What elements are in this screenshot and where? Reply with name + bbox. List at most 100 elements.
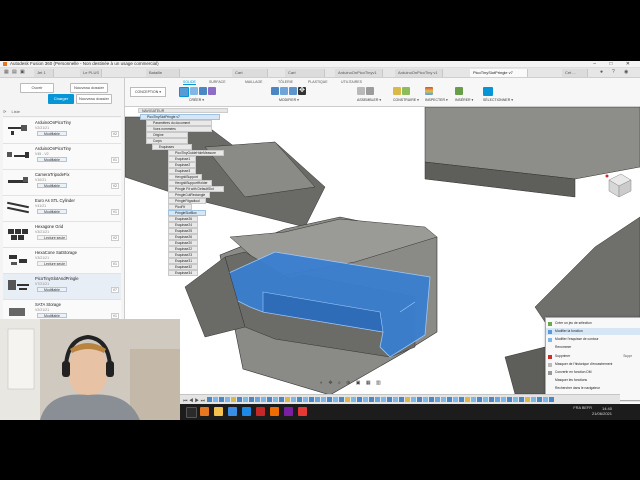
version-badge[interactable]: V2 xyxy=(110,183,119,189)
version-badge[interactable]: V7 xyxy=(110,287,119,293)
sketch-node[interactable]: Esquisse26 xyxy=(168,234,198,240)
new-component-icon[interactable] xyxy=(179,87,189,97)
list-item[interactable]: ArduinoOnPicoTiny V45 - V2 Modifiable V1 xyxy=(3,144,121,170)
status-dropdown[interactable]: Modifiable xyxy=(37,157,67,162)
sketch-node[interactable]: Esquisse3 xyxy=(168,168,196,174)
status-dropdown[interactable]: Modifiable xyxy=(37,287,67,292)
insert-image-icon[interactable] xyxy=(455,87,463,95)
document-tab[interactable]: Bataille xyxy=(146,69,180,77)
status-dropdown[interactable]: Modifiable xyxy=(37,131,67,136)
browser-node[interactable]: Corps xyxy=(146,138,188,144)
sketch-node[interactable]: HexgridSupport xyxy=(168,174,202,180)
measure-icon[interactable] xyxy=(425,87,433,95)
sketch-node[interactable]: Esquisse31 xyxy=(168,258,198,264)
inspect-menu[interactable]: INSPECTER ▾ xyxy=(425,98,448,102)
menu-item-hide-features[interactable]: Masquer les fonctions xyxy=(546,377,640,384)
status-dropdown[interactable]: Lecture seule xyxy=(37,261,67,266)
menu-item-edit-profile-sketch[interactable]: Modifier l'esquisse de contour xyxy=(546,336,640,343)
press-pull-icon[interactable] xyxy=(271,87,279,95)
sketch-node[interactable]: Pringle Fit with DefaultSlot xyxy=(168,186,224,192)
list-view-toggle[interactable]: Liste xyxy=(11,109,19,114)
media-icon[interactable] xyxy=(256,407,265,416)
sketch-node[interactable]: Esquisse24 xyxy=(168,222,198,228)
sketch-node[interactable]: PringleFitgadtool xyxy=(168,198,206,204)
modify-menu[interactable]: MODIFIER ▾ xyxy=(279,98,299,102)
folder-button[interactable]: Nouveau dossier xyxy=(70,83,108,93)
edge-icon[interactable] xyxy=(242,407,251,416)
document-tab[interactable]: ArduinoOnPicoTinyv1 xyxy=(335,69,383,77)
sketch-icon[interactable] xyxy=(190,87,198,95)
status-dropdown[interactable]: Modifiable xyxy=(37,209,67,214)
menu-item-suppress[interactable]: Masquer de l'historique d'encastrement xyxy=(546,361,640,368)
sketch-node[interactable]: Esquisse26 xyxy=(168,216,198,222)
version-badge[interactable]: V1 xyxy=(110,157,119,163)
version-badge[interactable]: V2 xyxy=(110,235,119,241)
sketch-node[interactable]: Esquisse34 xyxy=(168,270,198,276)
document-tab[interactable]: Le PLUS xyxy=(80,69,102,77)
document-tab[interactable]: Jet 1 xyxy=(34,69,54,77)
language-indicator[interactable]: FRA BEFR xyxy=(573,406,592,411)
sketch-node[interactable]: Esquisse2 xyxy=(168,162,196,168)
as-built-joint-icon[interactable] xyxy=(366,87,374,95)
select-menu[interactable]: SÉLECTIONNER ▾ xyxy=(483,98,513,102)
file-explorer-icon[interactable] xyxy=(214,407,223,416)
version-badge[interactable]: V2 xyxy=(110,131,119,137)
navigation-bar[interactable]: ◐ ✥ ⌕ ⊕ ▣ ▦ ▥ xyxy=(320,380,420,387)
file-menu-icon[interactable]: ▤ xyxy=(12,69,17,76)
move-icon[interactable]: ✥ xyxy=(298,87,306,95)
list-item[interactable]: ArduinoOnPicoTiny V2/21/21 Modifiable V2 xyxy=(3,118,121,144)
list-item[interactable]: CameraTripodeFix V10/21 Modifiable V2 xyxy=(3,170,121,196)
revolve-icon[interactable] xyxy=(208,87,216,95)
notifications-icon[interactable]: ● xyxy=(600,69,603,76)
tab-surface[interactable]: SURFACE xyxy=(209,80,226,84)
version-badge[interactable]: V1 xyxy=(110,209,119,215)
list-item[interactable]: Euro As STL Cylinder V41/21 Modifiable V… xyxy=(3,196,121,222)
sketch-node[interactable]: Esquisse1 xyxy=(168,156,196,162)
sketch-node[interactable]: PicoFit xyxy=(168,204,192,210)
document-tab[interactable]: ArduinoOnPicoTiny v1 xyxy=(395,69,443,77)
new-folder-button[interactable]: Nouveau dossier xyxy=(76,94,112,104)
create-menu[interactable]: CRÉER ▾ xyxy=(189,98,204,102)
sketch-node[interactable]: PringleCutRectangle xyxy=(168,192,210,198)
sketch-node[interactable]: PicoTinyGuideHoleMeasure xyxy=(168,150,224,156)
system-clock[interactable]: 14:40 21/06/2021 xyxy=(592,406,612,416)
mail-icon[interactable] xyxy=(228,407,237,416)
menu-item-convert[interactable]: Convertir en fonction DM xyxy=(546,369,640,376)
save-icon[interactable]: ▣ xyxy=(20,69,25,76)
help-icon[interactable]: ? xyxy=(612,69,615,76)
document-tab[interactable]: Cart xyxy=(285,69,325,77)
menu-item-delete[interactable]: Supprimer Suppr xyxy=(546,353,640,360)
tab-maillage[interactable]: MAILLAGE xyxy=(245,80,263,84)
menu-item-create-selection-set[interactable]: Créer un jeu de sélection xyxy=(546,320,640,327)
tab-solide[interactable]: SOLIDE xyxy=(183,80,196,85)
status-dropdown[interactable]: Modifiable xyxy=(37,183,67,188)
insert-menu[interactable]: INSÉRER ▾ xyxy=(455,98,473,102)
refresh-icon[interactable]: ⟳ xyxy=(3,109,6,114)
browser-node[interactable]: Esquisses xyxy=(152,144,192,150)
list-item[interactable]: Hexagone Grid V3/21/21 Lecture seule V2 xyxy=(3,222,121,248)
browser-root[interactable]: PicoTinySlotPringle v7 xyxy=(140,114,220,120)
tab-tolerie[interactable]: TÔLERIE xyxy=(278,80,293,84)
task-view-icon[interactable] xyxy=(186,407,197,418)
offset-plane-icon[interactable] xyxy=(393,87,401,95)
joint-icon[interactable] xyxy=(357,87,365,95)
assemble-menu[interactable]: ASSEMBLER ▾ xyxy=(357,98,381,102)
document-tab[interactable]: Cart xyxy=(232,69,268,77)
tab-utilitaires[interactable]: UTILITAIRES xyxy=(341,80,362,84)
user-avatar-icon[interactable]: ◉ xyxy=(624,69,628,76)
sketch-node[interactable]: Esquisse22 xyxy=(168,246,198,252)
fillet-icon[interactable] xyxy=(280,87,288,95)
recording-icon[interactable] xyxy=(298,407,307,416)
data-panel-grid-icon[interactable]: ▦ xyxy=(4,70,10,75)
menu-item-edit-feature[interactable]: Modifier la fonction xyxy=(546,328,640,335)
window-controls[interactable]: – □ ✕ xyxy=(593,61,636,67)
sketch-node[interactable]: Esquisse20 xyxy=(168,240,198,246)
upload-button[interactable]: Charger xyxy=(48,94,74,104)
list-item[interactable]: PicoTinySlotAndPringle V7/21/21 Modifiab… xyxy=(3,274,121,300)
tab-plastique[interactable]: PLASTIQUE xyxy=(308,80,328,84)
list-item[interactable]: HexaCone SatStorage V3/21/21 Lecture seu… xyxy=(3,248,121,274)
firefox-icon[interactable] xyxy=(270,407,279,416)
browser-header[interactable]: NAVIGATEUR xyxy=(138,108,228,113)
sketch-node[interactable]: Esquisse25 xyxy=(168,228,198,234)
view-cube[interactable] xyxy=(605,172,633,198)
